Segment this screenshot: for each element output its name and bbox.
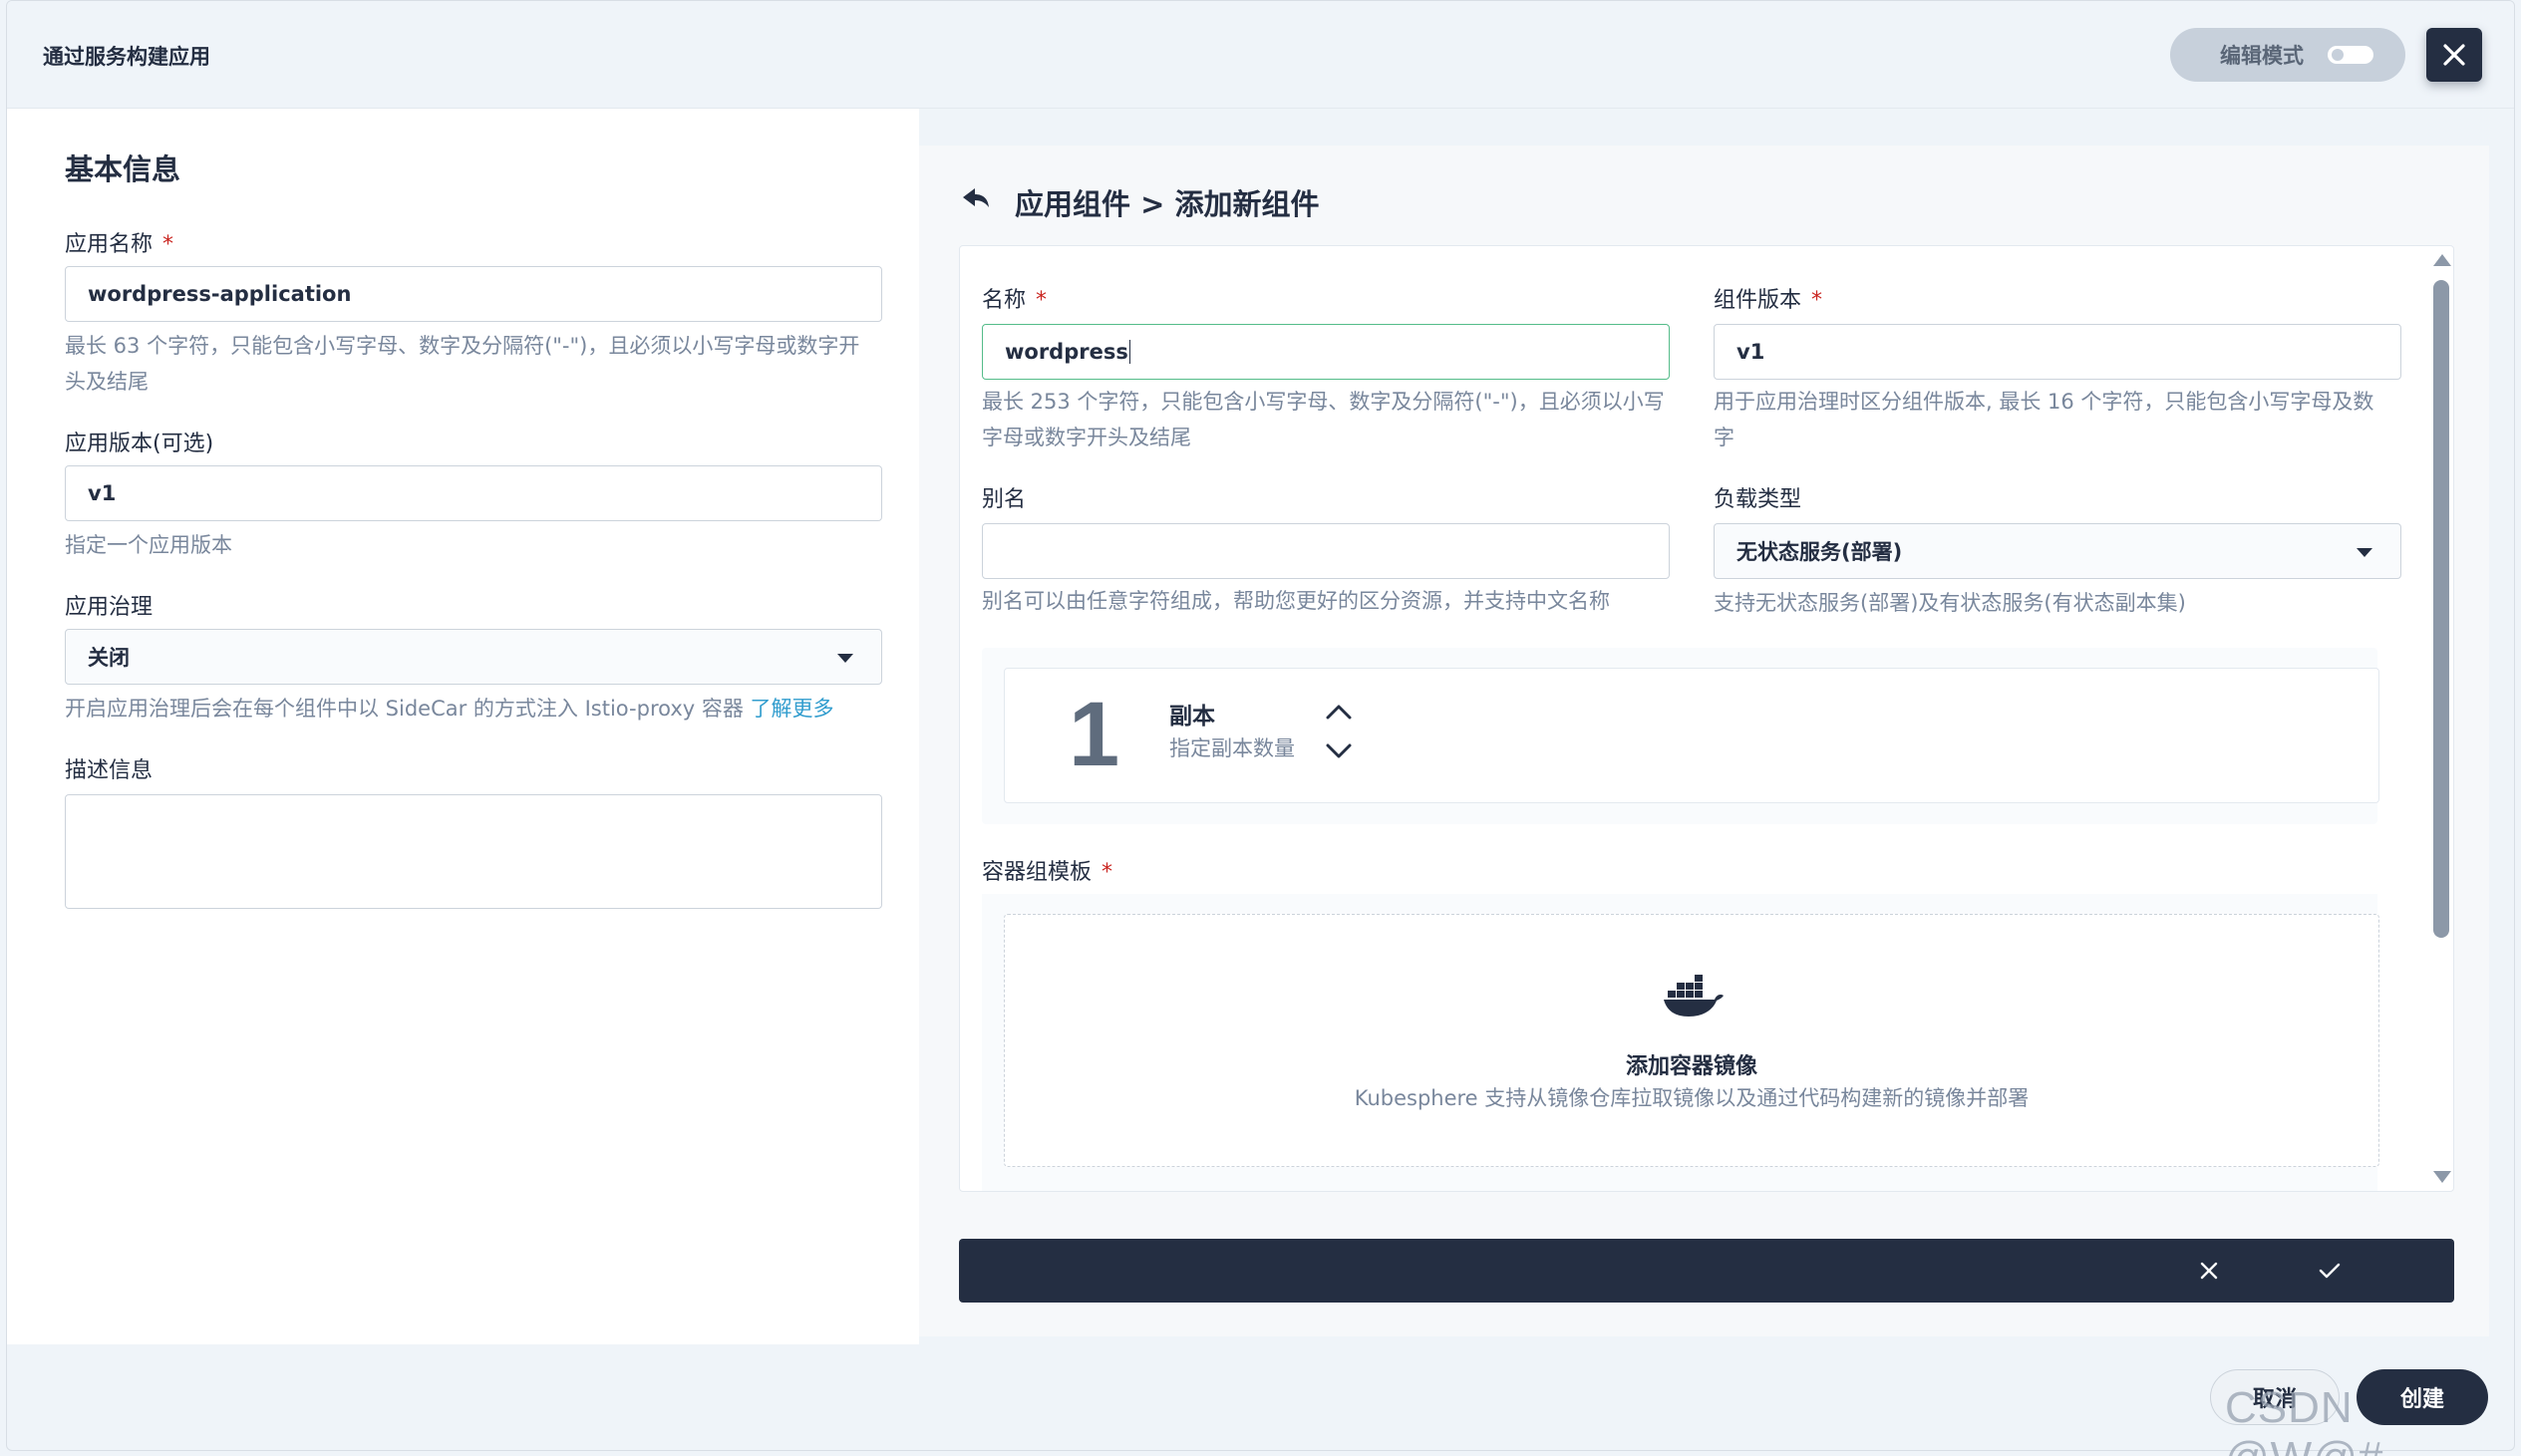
close-button[interactable] — [2426, 28, 2482, 82]
component-name-label: 名称 * — [982, 282, 1047, 314]
app-name-hint-line1: 最长 63 个字符，只能包含小写字母、数字及分隔符("-")，且必须以小写字母或… — [65, 334, 860, 358]
governance-select-value: 关闭 — [88, 646, 130, 670]
description-label: 描述信息 — [65, 758, 154, 783]
alias-hint: 别名可以由任意字符组成，帮助您更好的区分资源，并支持中文名称 — [982, 589, 1610, 613]
app-name-input[interactable]: wordpress-application — [65, 266, 882, 322]
build-app-modal: 通过服务构建应用 编辑模式 基本信息 应用名称 * wordpress-appli… — [6, 0, 2515, 1451]
component-action-bar — [959, 1239, 2454, 1303]
component-form: 名称 * wordpress 最长 253 个字符，只能包含小写字母、数字及分隔符… — [959, 245, 2454, 1192]
back-arrow-icon — [963, 188, 989, 207]
component-version-hint: 用于应用治理时区分组件版本, 最长 16 个字符，只能包含小写字母及数 字 — [1714, 384, 2373, 455]
component-version-input[interactable]: v1 — [1714, 324, 2401, 380]
alias-input[interactable] — [982, 523, 1670, 579]
container-template-label-text: 容器组模板 — [982, 860, 1093, 885]
required-mark: * — [1036, 288, 1048, 313]
workload-type-select[interactable]: 无状态服务(部署) — [1714, 523, 2401, 579]
component-cancel-button[interactable] — [2195, 1257, 2223, 1285]
governance-select[interactable]: 关闭 — [65, 629, 882, 685]
component-panel: 应用组件 > 添加新组件 名称 * wordpress 最长 253 个字符，只能… — [919, 146, 2489, 1336]
governance-hint: 开启应用治理后会在每个组件中以 SideCar 的方式注入 Istio-prox… — [65, 691, 834, 727]
workload-type-value: 无状态服务(部署) — [1736, 540, 1903, 564]
governance-hint-text: 开启应用治理后会在每个组件中以 SideCar 的方式注入 Istio-prox… — [65, 697, 751, 721]
form-scrollbar[interactable] — [2424, 246, 2453, 1191]
replica-subtitle: 指定副本数量 — [1169, 736, 1295, 760]
scroll-track[interactable] — [2433, 280, 2449, 1157]
add-container-image-card[interactable]: 添加容器镜像 Kubesphere 支持从镜像仓库拉取镜像以及通过代码构建新的镜… — [1004, 914, 2379, 1167]
switch-knob — [2332, 49, 2344, 61]
back-button[interactable] — [961, 185, 991, 215]
component-name-hint: 最长 253 个字符，只能包含小写字母、数字及分隔符("-")，且必须以小写 字… — [982, 384, 1665, 455]
edit-mode-label: 编辑模式 — [2220, 44, 2304, 68]
close-icon — [2200, 1262, 2218, 1280]
basic-info-title: 基本信息 — [65, 152, 181, 186]
chevron-down-icon — [2357, 548, 2372, 557]
replica-title: 副本 — [1169, 704, 1215, 729]
component-name-label-text: 名称 — [982, 288, 1027, 313]
modal-header: 通过服务构建应用 编辑模式 — [7, 1, 2514, 109]
check-icon — [2319, 1263, 2341, 1279]
scroll-thumb[interactable] — [2433, 280, 2449, 938]
component-confirm-button[interactable] — [2315, 1257, 2345, 1285]
required-mark: * — [1811, 288, 1823, 313]
learn-more-link[interactable]: 了解更多 — [751, 697, 834, 721]
replicas-section: 1 副本 指定副本数量 — [982, 648, 2379, 824]
basic-info-panel: 基本信息 应用名称 * wordpress-application 最长 63 个… — [7, 109, 919, 1344]
chevron-down-icon — [837, 654, 853, 663]
component-version-hint-line1: 用于应用治理时区分组件版本, 最长 16 个字符，只能包含小写字母及数 — [1714, 390, 2374, 414]
chevron-up-icon — [1326, 705, 1352, 720]
scroll-up-arrow-icon[interactable] — [2433, 254, 2451, 266]
app-version-hint: 指定一个应用版本 — [65, 533, 232, 557]
alias-label: 别名 — [982, 487, 1027, 512]
edit-mode-toggle[interactable]: 编辑模式 — [2170, 28, 2405, 82]
component-version-hint-line2: 字 — [1714, 426, 1734, 449]
text-cursor — [1128, 340, 1130, 364]
component-name-hint-line1: 最长 253 个字符，只能包含小写字母、数字及分隔符("-")，且必须以小写 — [982, 390, 1665, 414]
app-name-hint: 最长 63 个字符，只能包含小写字母、数字及分隔符("-")，且必须以小写字母或… — [65, 328, 859, 400]
breadcrumb: 应用组件 > 添加新组件 — [1015, 187, 1320, 221]
replica-decrease-button[interactable] — [1324, 738, 1354, 764]
app-version-input[interactable]: v1 — [65, 465, 882, 521]
container-template-label: 容器组模板 * — [982, 854, 1112, 886]
component-version-label: 组件版本 * — [1714, 282, 1822, 314]
component-version-label-text: 组件版本 — [1714, 288, 1802, 313]
docker-icon — [1663, 973, 1725, 1022]
workload-type-hint: 支持无状态服务(部署)及有状态服务(有状态副本集) — [1714, 591, 2186, 615]
required-mark: * — [1102, 860, 1113, 885]
container-template-section: 添加容器镜像 Kubesphere 支持从镜像仓库拉取镜像以及通过代码构建新的镜… — [982, 894, 2379, 1191]
workload-type-label: 负载类型 — [1714, 487, 1802, 512]
add-container-image-title: 添加容器镜像 — [1625, 1054, 1757, 1079]
add-container-image-desc: Kubesphere 支持从镜像仓库拉取镜像以及通过代码构建新的镜像并部署 — [1354, 1086, 2030, 1110]
watermark: CSDN @W@# — [2225, 1383, 2382, 1456]
replica-increase-button[interactable] — [1324, 699, 1354, 725]
component-name-hint-line2: 字母或数字开头及结尾 — [982, 426, 1191, 449]
required-mark: * — [162, 232, 174, 257]
app-version-label: 应用版本(可选) — [65, 432, 214, 456]
chevron-down-icon — [1326, 743, 1352, 758]
component-name-input[interactable]: wordpress — [982, 324, 1670, 380]
app-name-label-text: 应用名称 — [65, 232, 154, 257]
app-name-hint-line2: 头及结尾 — [65, 370, 149, 394]
description-textarea[interactable] — [65, 794, 882, 909]
scroll-down-arrow-icon[interactable] — [2433, 1171, 2451, 1183]
edit-mode-switch[interactable] — [2328, 46, 2373, 64]
replicas-card: 1 副本 指定副本数量 — [1004, 668, 2379, 803]
close-icon — [2443, 44, 2465, 66]
modal-title: 通过服务构建应用 — [43, 45, 210, 69]
component-name-value: wordpress — [1005, 340, 1128, 364]
governance-label: 应用治理 — [65, 595, 154, 620]
replica-count: 1 — [1069, 684, 1120, 785]
app-name-label: 应用名称 * — [65, 226, 173, 258]
